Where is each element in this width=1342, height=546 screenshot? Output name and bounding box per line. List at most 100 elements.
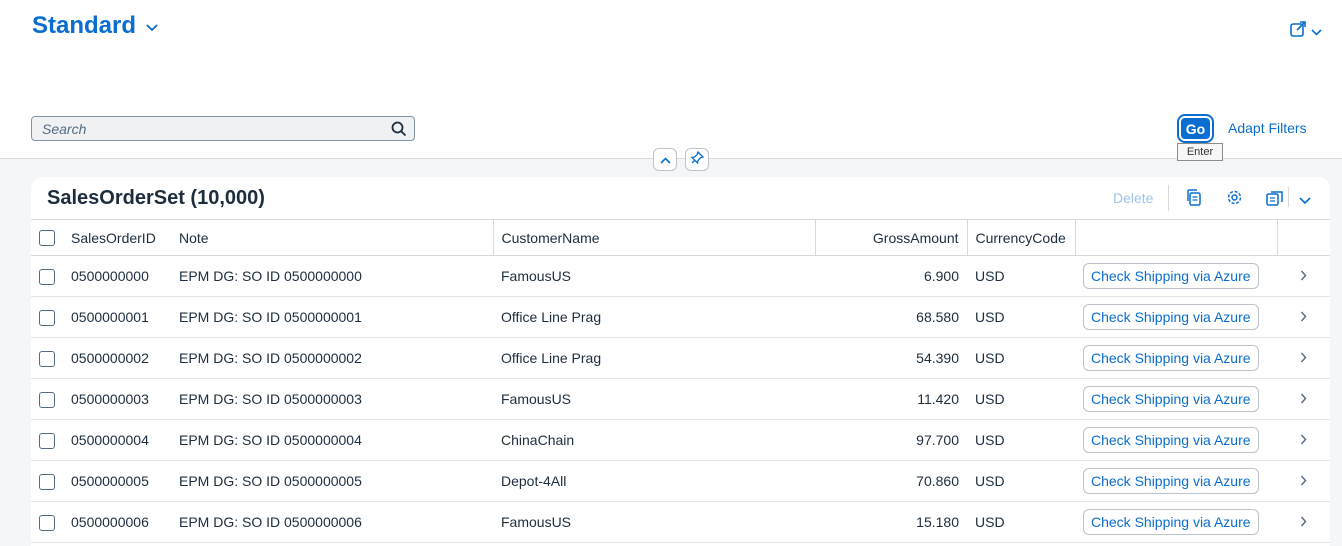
chevron-right-icon[interactable] bbox=[1300, 514, 1307, 530]
table-row[interactable]: 0500000000 EPM DG: SO ID 0500000000 Famous… bbox=[31, 255, 1330, 297]
sales-order-table-card: SalesOrderSet (10,000) Delete SalesOrder… bbox=[31, 177, 1330, 546]
search-field[interactable] bbox=[31, 116, 415, 141]
check-shipping-button[interactable]: Check Shipping via Azure bbox=[1083, 345, 1259, 371]
chevron-right-icon[interactable] bbox=[1300, 432, 1307, 448]
chevron-right-icon[interactable] bbox=[1300, 391, 1307, 407]
sales-order-id-cell: 0500000005 bbox=[63, 460, 171, 502]
delete-button[interactable]: Delete bbox=[1113, 190, 1153, 206]
customer-name-cell: FamousUS bbox=[493, 378, 815, 420]
sales-order-id-cell: 0500000006 bbox=[63, 501, 171, 543]
check-shipping-button[interactable]: Check Shipping via Azure bbox=[1083, 427, 1259, 453]
row-select-cell[interactable] bbox=[31, 419, 63, 461]
row-navigation-cell[interactable] bbox=[1277, 460, 1330, 502]
customer-name-cell: ChinaChain bbox=[493, 419, 815, 461]
search-icon[interactable] bbox=[391, 121, 407, 142]
table-row[interactable]: 0500000004 EPM DG: SO ID 0500000004 ChinaC… bbox=[31, 419, 1330, 461]
note-cell: EPM DG: SO ID 0500000002 bbox=[171, 337, 493, 379]
search-input[interactable] bbox=[32, 117, 372, 140]
row-select-cell[interactable] bbox=[31, 378, 63, 420]
collapse-header-button[interactable] bbox=[653, 148, 677, 171]
row-navigation-cell[interactable] bbox=[1277, 419, 1330, 461]
currency-code-cell: USD bbox=[967, 419, 1075, 461]
chevron-down-icon bbox=[146, 19, 158, 37]
row-navigation-cell[interactable] bbox=[1277, 296, 1330, 338]
gross-amount-cell: 68.580 bbox=[815, 296, 967, 338]
nav-column-header bbox=[1277, 219, 1330, 256]
chevron-right-icon[interactable] bbox=[1300, 350, 1307, 366]
row-select-cell[interactable] bbox=[31, 296, 63, 338]
currency-code-cell: USD bbox=[967, 255, 1075, 297]
row-select-cell[interactable] bbox=[31, 501, 63, 543]
check-shipping-button[interactable]: Check Shipping via Azure bbox=[1083, 263, 1259, 289]
currency-code-cell: USD bbox=[967, 378, 1075, 420]
export-icon[interactable] bbox=[1266, 189, 1284, 211]
column-header[interactable]: GrossAmount bbox=[815, 219, 968, 256]
customer-name-cell: Office Line Prag bbox=[493, 296, 815, 338]
row-select-cell[interactable] bbox=[31, 337, 63, 379]
table-row[interactable]: 0500000005 EPM DG: SO ID 0500000005 Depot-… bbox=[31, 460, 1330, 502]
chevron-down-icon[interactable] bbox=[1299, 192, 1311, 210]
select-all-checkbox[interactable] bbox=[39, 230, 55, 247]
check-shipping-button[interactable]: Check Shipping via Azure bbox=[1083, 468, 1259, 494]
customer-name-cell: Office Line Prag bbox=[493, 337, 815, 379]
row-navigation-cell[interactable] bbox=[1277, 501, 1330, 543]
note-cell: EPM DG: SO ID 0500000004 bbox=[171, 419, 493, 461]
chevron-down-icon bbox=[1311, 23, 1322, 41]
check-shipping-button[interactable]: Check Shipping via Azure bbox=[1083, 509, 1259, 535]
variant-selector[interactable]: Standard bbox=[32, 12, 158, 40]
table-row[interactable]: 0500000006 EPM DG: SO ID 0500000006 Famous… bbox=[31, 501, 1330, 543]
column-header[interactable]: CustomerName bbox=[493, 219, 816, 256]
row-select-cell[interactable] bbox=[31, 460, 63, 502]
gross-amount-cell: 11.420 bbox=[815, 378, 967, 420]
note-cell: EPM DG: SO ID 0500000006 bbox=[171, 501, 493, 543]
note-cell: EPM DG: SO ID 0500000005 bbox=[171, 460, 493, 502]
row-navigation-cell[interactable] bbox=[1277, 255, 1330, 297]
gross-amount-cell: 54.390 bbox=[815, 337, 967, 379]
filter-bar-header: Standard Go Adapt Filters bbox=[0, 0, 1342, 159]
currency-code-cell: USD bbox=[967, 296, 1075, 338]
row-checkbox[interactable] bbox=[39, 309, 55, 326]
copy-icon[interactable] bbox=[1186, 189, 1202, 211]
toolbar-separator bbox=[1168, 185, 1169, 211]
table-row[interactable]: 0500000001 EPM DG: SO ID 0500000001 Office… bbox=[31, 296, 1330, 338]
select-all-cell[interactable] bbox=[31, 219, 63, 256]
currency-code-cell: USD bbox=[967, 501, 1075, 543]
sales-order-id-cell: 0500000004 bbox=[63, 419, 171, 461]
chevron-right-icon[interactable] bbox=[1300, 268, 1307, 284]
column-header[interactable]: Note bbox=[171, 219, 494, 256]
row-navigation-cell[interactable] bbox=[1277, 337, 1330, 379]
row-checkbox[interactable] bbox=[39, 473, 55, 490]
row-checkbox[interactable] bbox=[39, 268, 55, 285]
go-button[interactable]: Go bbox=[1177, 114, 1214, 143]
row-checkbox[interactable] bbox=[39, 514, 55, 531]
table-row[interactable]: 0500000002 EPM DG: SO ID 0500000002 Office… bbox=[31, 337, 1330, 379]
action-column-header bbox=[1075, 219, 1278, 256]
currency-code-cell: USD bbox=[967, 337, 1075, 379]
chevron-right-icon[interactable] bbox=[1300, 473, 1307, 489]
row-checkbox[interactable] bbox=[39, 391, 55, 408]
note-cell: EPM DG: SO ID 0500000001 bbox=[171, 296, 493, 338]
pin-header-button[interactable] bbox=[685, 148, 709, 171]
share-menu-button[interactable] bbox=[1289, 20, 1322, 43]
action-cell: Check Shipping via Azure bbox=[1075, 378, 1277, 420]
collapse-up-icon bbox=[659, 151, 671, 169]
gross-amount-cell: 70.860 bbox=[815, 460, 967, 502]
note-cell: EPM DG: SO ID 0500000003 bbox=[171, 378, 493, 420]
gross-amount-cell: 6.900 bbox=[815, 255, 967, 297]
customer-name-cell: FamousUS bbox=[493, 255, 815, 297]
row-navigation-cell[interactable] bbox=[1277, 378, 1330, 420]
row-checkbox[interactable] bbox=[39, 350, 55, 367]
gear-icon[interactable] bbox=[1226, 189, 1243, 211]
check-shipping-button[interactable]: Check Shipping via Azure bbox=[1083, 304, 1259, 330]
row-checkbox[interactable] bbox=[39, 432, 55, 449]
action-cell: Check Shipping via Azure bbox=[1075, 460, 1277, 502]
column-header[interactable]: CurrencyCode bbox=[967, 219, 1076, 256]
chevron-right-icon[interactable] bbox=[1300, 309, 1307, 325]
column-header[interactable]: SalesOrderID bbox=[63, 219, 171, 256]
table-row[interactable]: 0500000003 EPM DG: SO ID 0500000003 Famous… bbox=[31, 378, 1330, 420]
customer-name-cell: FamousUS bbox=[493, 501, 815, 543]
adapt-filters-button[interactable]: Adapt Filters bbox=[1228, 120, 1307, 136]
table-header-row: SalesOrderID Note CustomerName GrossAmou… bbox=[31, 219, 1330, 256]
check-shipping-button[interactable]: Check Shipping via Azure bbox=[1083, 386, 1259, 412]
row-select-cell[interactable] bbox=[31, 255, 63, 297]
